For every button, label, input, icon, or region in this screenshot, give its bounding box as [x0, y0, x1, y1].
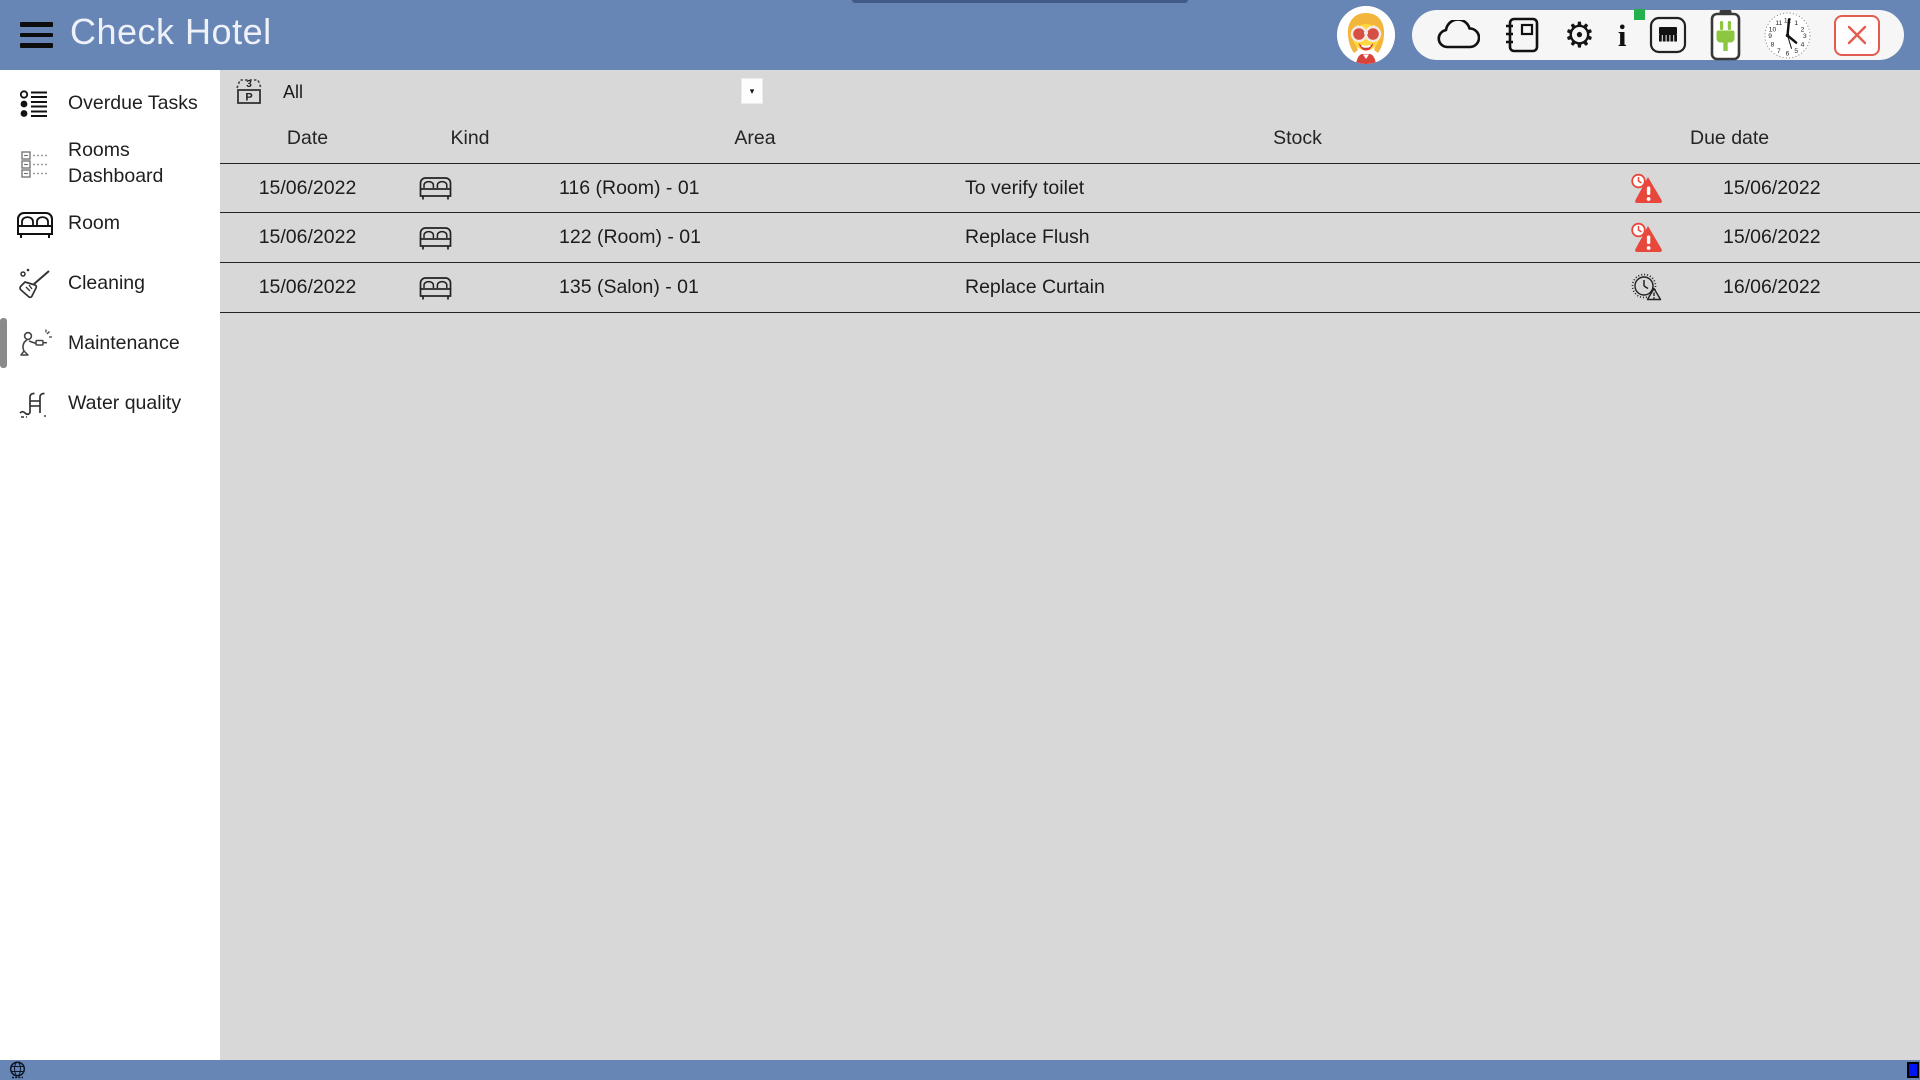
scrollbar-thumb[interactable] [1907, 1062, 1919, 1078]
maintenance-worker-icon [12, 328, 58, 360]
task-table: 15/06/2022 116 (Room) - 01 To verify toi… [220, 163, 1920, 313]
logbook-button[interactable] [1503, 15, 1541, 55]
svg-text:4: 4 [1801, 41, 1805, 48]
svg-text:11: 11 [1775, 20, 1782, 27]
pool-ladder-icon [12, 387, 58, 421]
info-icon: i [1618, 20, 1627, 51]
column-header-kind: Kind [395, 127, 545, 150]
analog-clock-icon: 12 1 2 3 4 5 6 7 8 9 10 11 [1764, 12, 1811, 59]
area-filter-value: All [283, 82, 303, 103]
task-stock: Replace Curtain [965, 276, 1630, 299]
task-row[interactable]: 15/06/2022 122 (Room) - 01 Replace Flush [220, 213, 1920, 263]
column-header-stock: Stock [965, 127, 1630, 150]
svg-text:1: 1 [1794, 20, 1798, 27]
rooms-dashboard-icon [12, 149, 58, 179]
title-bar: Check Hotel [0, 0, 1920, 70]
maintenance-page: 3 P All ▾ Date Kind Area Stock Due date … [220, 70, 1920, 1060]
table-header: Date Kind Area Stock Due date [220, 114, 1920, 163]
close-x-icon [1846, 24, 1868, 46]
svg-text:9: 9 [1768, 33, 1772, 40]
column-header-area: Area [545, 127, 965, 150]
svg-text:P: P [245, 92, 252, 104]
battery-charging-icon [1710, 9, 1741, 61]
status-bar [0, 1060, 1920, 1080]
floors-filter-icon: 3 P [232, 75, 266, 109]
column-header-date: Date [220, 127, 395, 150]
window-drag-handle[interactable] [852, 0, 1188, 3]
system-tray: ⚙ i [1412, 10, 1904, 60]
cloud-icon [1436, 20, 1480, 50]
user-avatar[interactable] [1337, 6, 1395, 64]
task-due-date: 15/06/2022 [1690, 177, 1920, 200]
svg-text:3: 3 [1803, 33, 1807, 40]
task-row[interactable]: 15/06/2022 135 (Salon) - 01 Replace Curt… [220, 263, 1920, 313]
sidebar-item-label: Overdue Tasks [68, 91, 198, 117]
svg-text:3: 3 [246, 79, 252, 90]
sidebar-item-label: Water quality [68, 391, 181, 417]
network-status-dot [1634, 9, 1645, 20]
sidebar-item-label: Room [68, 211, 120, 237]
task-stock: To verify toilet [965, 177, 1630, 200]
task-due-date: 15/06/2022 [1690, 226, 1920, 249]
bed-icon [395, 224, 545, 252]
task-due-date: 16/06/2022 [1690, 276, 1920, 299]
bed-icon [395, 274, 545, 302]
status-overdue-icon [1630, 222, 1690, 253]
gear-icon: ⚙ [1564, 18, 1595, 53]
sidebar-item-overdue-tasks[interactable]: Overdue Tasks [0, 74, 220, 134]
svg-text:8: 8 [1771, 41, 1775, 48]
cloud-sync-button[interactable] [1436, 20, 1480, 50]
sidebar-item-maintenance[interactable]: Maintenance [0, 314, 220, 374]
sidebar-item-water-quality[interactable]: Water quality [0, 374, 220, 434]
battery-button[interactable] [1710, 9, 1741, 61]
info-button[interactable]: i [1618, 20, 1627, 51]
task-area: 122 (Room) - 01 [545, 226, 965, 249]
svg-text:6: 6 [1786, 50, 1790, 57]
network-button[interactable] [1649, 16, 1687, 54]
area-filter-select[interactable]: 3 P All ▾ [220, 70, 1920, 114]
settings-button[interactable]: ⚙ [1564, 18, 1595, 53]
task-row[interactable]: 15/06/2022 116 (Room) - 01 To verify toi… [220, 163, 1920, 213]
globe-www-icon [8, 1061, 27, 1079]
task-date: 15/06/2022 [220, 177, 395, 200]
sidebar-item-label: Maintenance [68, 331, 180, 357]
sidebar-item-room[interactable]: Room [0, 194, 220, 254]
task-area: 116 (Room) - 01 [545, 177, 965, 200]
avatar-emoji-icon [1337, 6, 1395, 64]
overdue-tasks-icon [12, 88, 58, 120]
app-title: Check Hotel [70, 11, 272, 53]
app-window: Check Hotel [0, 0, 1920, 1080]
sidebar-item-label: Cleaning [68, 271, 145, 297]
status-due-soon-icon [1630, 272, 1690, 304]
sidebar-item-label: Rooms Dashboard [68, 138, 200, 189]
sidebar-item-rooms-dashboard[interactable]: Rooms Dashboard [0, 134, 220, 194]
dropdown-arrow-button[interactable]: ▾ [741, 78, 763, 104]
bed-icon [12, 209, 58, 240]
svg-text:5: 5 [1794, 48, 1798, 55]
task-date: 15/06/2022 [220, 226, 395, 249]
bed-icon [395, 174, 545, 202]
column-header-due-date: Due date [1690, 127, 1920, 150]
task-stock: Replace Flush [965, 226, 1630, 249]
close-button[interactable] [1834, 15, 1880, 56]
network-port-icon [1649, 16, 1687, 54]
broom-icon [12, 267, 58, 301]
status-overdue-icon [1630, 173, 1690, 204]
svg-text:10: 10 [1769, 26, 1777, 33]
notebook-icon [1503, 15, 1541, 55]
svg-text:7: 7 [1777, 48, 1781, 55]
sidebar-item-cleaning[interactable]: Cleaning [0, 254, 220, 314]
task-area: 135 (Salon) - 01 [545, 276, 965, 299]
task-date: 15/06/2022 [220, 276, 395, 299]
hamburger-menu-icon[interactable] [20, 22, 53, 49]
clock-button[interactable]: 12 1 2 3 4 5 6 7 8 9 10 11 [1764, 12, 1811, 59]
sidebar: Overdue Tasks Rooms Dashboard [0, 70, 220, 1060]
